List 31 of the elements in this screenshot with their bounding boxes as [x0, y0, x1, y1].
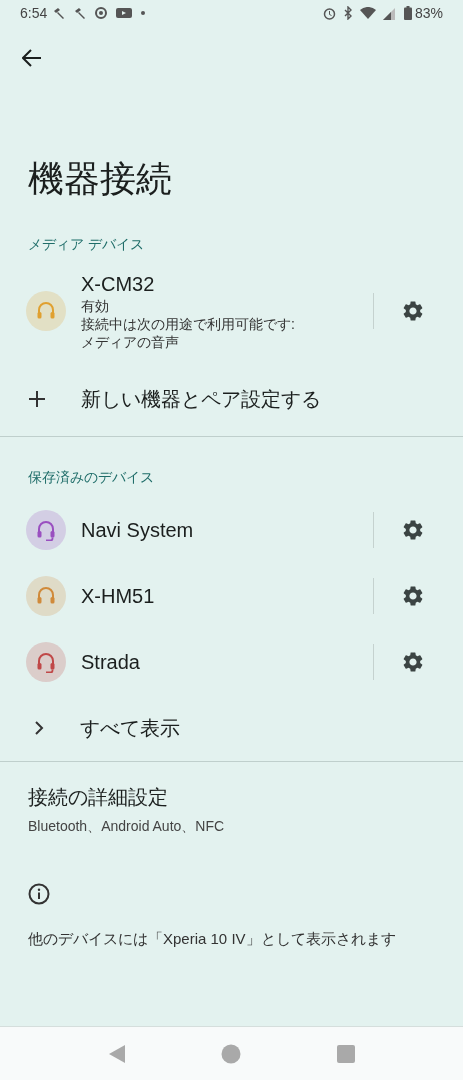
dot-icon — [141, 11, 146, 15]
section-header: 保存済みのデバイス — [28, 469, 154, 485]
device-name-note: 他のデバイスには「Xperia 10 IV」として表示されます — [28, 930, 396, 947]
signal-icon — [382, 6, 397, 20]
device-item[interactable]: X-CM32 有効 接続中は次の用途で利用可能です: メディアの音声 — [26, 256, 373, 366]
device-item[interactable]: Strada — [26, 629, 373, 695]
section-header: メディア デバイス — [28, 236, 144, 252]
bluetooth-icon — [342, 6, 353, 20]
chevron-right-icon — [34, 720, 44, 736]
settings-button[interactable] — [401, 584, 425, 608]
status-time: 6:54 — [20, 3, 48, 23]
settings-button[interactable] — [401, 650, 425, 674]
plus-icon — [28, 390, 46, 408]
battery-level: 83% — [414, 3, 443, 23]
info-icon — [28, 883, 50, 905]
device-item[interactable]: X-HM51 — [26, 563, 373, 629]
page-title: 機器接続 — [28, 161, 172, 197]
settings-button[interactable] — [401, 518, 425, 542]
pair-new-device-item[interactable]: 新しい機器とペア設定する — [0, 366, 463, 432]
back-arrow-icon — [22, 49, 42, 67]
wifi-icon — [359, 6, 376, 20]
hammer-icon — [53, 7, 66, 19]
battery-icon — [403, 6, 412, 20]
advanced-settings-item[interactable]: 接続の詳細設定 Bluetooth、Android Auto、NFC — [0, 762, 463, 847]
hammer-icon — [74, 7, 87, 19]
settings-button[interactable] — [401, 299, 425, 323]
video-icon — [116, 7, 133, 19]
alarm-icon — [322, 6, 336, 20]
show-all-item[interactable]: すべて表示 — [0, 695, 463, 761]
browser-icon — [95, 7, 108, 19]
device-item[interactable]: Navi System — [26, 497, 373, 563]
